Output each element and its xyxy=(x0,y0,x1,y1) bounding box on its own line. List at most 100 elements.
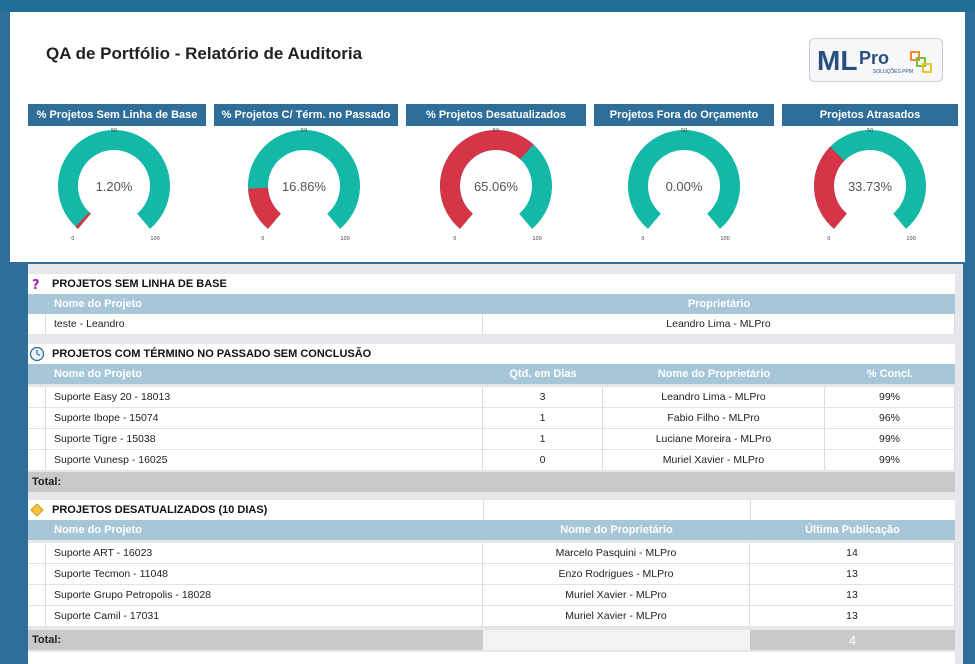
table-cell: 14 xyxy=(750,543,955,563)
section-baseline-title: PROJETOS SEM LINHA DE BASE xyxy=(52,278,227,290)
table-row: teste - Leandro Leandro Lima - MLPro xyxy=(28,314,955,335)
page-title: QA de Portfólio - Relatório de Auditoria xyxy=(46,44,363,63)
section-outdated-title-row: PROJETOS DESATUALIZADOS (10 DIAS) xyxy=(28,500,955,520)
gauge-value-arc xyxy=(248,187,282,229)
gauge-value-label: 16.86% xyxy=(282,179,327,194)
table-cell: Fabio Filho - MLPro xyxy=(603,408,825,428)
col-days: Qtd. em Dias xyxy=(509,368,577,380)
gauge-tick-max: 100 xyxy=(150,236,160,242)
gauge-tick-min: 0 xyxy=(71,236,74,242)
gauge-tick-max: 100 xyxy=(720,236,730,242)
gauge-tick-min: 0 xyxy=(261,236,264,242)
gauge-baseline: 1.20% 50 0 100 xyxy=(58,128,170,242)
svg-text:ML: ML xyxy=(817,45,857,76)
gauge-value-label: 33.73% xyxy=(848,179,893,194)
table-cell: Suporte Easy 20 - 18013 xyxy=(46,387,483,407)
table-row: Suporte Ibope - 15074 1 Fabio Filho - MLPr… xyxy=(28,408,955,429)
col-project-name: Nome do Projeto xyxy=(54,368,143,380)
svg-text:Pro: Pro xyxy=(859,48,889,68)
table-cell: 1 xyxy=(483,429,603,449)
gauge-tick-max: 100 xyxy=(532,236,542,242)
table-cell: 99% xyxy=(825,387,955,407)
table-cell: Suporte Camil - 17031 xyxy=(46,606,483,626)
gauge-tick-min: 0 xyxy=(641,236,644,242)
table-cell: Suporte ART - 16023 xyxy=(46,543,483,563)
table-cell: Suporte Tecmon - 11048 xyxy=(46,564,483,584)
table-cell: 13 xyxy=(750,585,955,605)
gauge-tick-mid: 50 xyxy=(493,128,499,134)
card-title-outdated: % Projetos Desatualizados xyxy=(406,104,586,126)
table-cell: 96% xyxy=(825,408,955,428)
gauge-past-end: 16.86% 50 0 100 xyxy=(248,128,360,242)
table-cell: 3 xyxy=(483,387,603,407)
gauge-tick-mid: 50 xyxy=(867,128,873,134)
cell-owner: Leandro Lima - MLPro xyxy=(483,314,955,334)
mlpro-logo-graphic: ML Pro SOLUÇÕES PPM xyxy=(817,45,932,76)
table-row: Suporte Tigre - 15038 1 Luciane Moreira - … xyxy=(28,429,955,450)
table-cell: 13 xyxy=(750,564,955,584)
gauge-tick-mid: 50 xyxy=(681,128,687,134)
table-cell: 0 xyxy=(483,450,603,470)
card-title-past-end: % Projetos C/ Térm. no Passado xyxy=(214,104,398,126)
past-total-row: Total: xyxy=(28,472,955,492)
outdated-total-label: Total: xyxy=(32,634,62,646)
table-cell: Enzo Rodrigues - MLPro xyxy=(483,564,750,584)
card-title-baseline: % Projetos Sem Linha de Base xyxy=(28,104,206,126)
outdated-table-header: Nome do Projeto Nome do Proprietário Últ… xyxy=(28,520,955,540)
gauge-delayed: 33.73% 50 0 100 xyxy=(814,128,926,242)
past-total-label: Total: xyxy=(32,476,62,488)
clock-icon xyxy=(28,346,46,362)
cell-project-name: teste - Leandro xyxy=(46,314,483,334)
gauge-value-label: 65.06% xyxy=(474,179,519,194)
gauge-tick-mid: 50 xyxy=(301,128,307,134)
gauge-tick-max: 100 xyxy=(906,236,916,242)
table-cell: 99% xyxy=(825,450,955,470)
table-row: Suporte Easy 20 - 18013 3 Leandro Lima - M… xyxy=(28,387,955,408)
table-cell: 13 xyxy=(750,606,955,626)
table-cell: Muriel Xavier - MLPro xyxy=(483,606,750,626)
table-cell: Suporte Tigre - 15038 xyxy=(46,429,483,449)
table-cell: Muriel Xavier - MLPro xyxy=(603,450,825,470)
card-title-delayed: Projetos Atrasados xyxy=(782,104,958,126)
diamond-icon xyxy=(28,502,46,518)
gauge-value-label: 0.00% xyxy=(666,179,703,194)
question-icon: ? xyxy=(28,276,46,292)
gauge-value-arc xyxy=(75,212,91,229)
section-past-title: PROJETOS COM TÉRMINO NO PASSADO SEM CONC… xyxy=(52,348,372,360)
gauge-tick-mid: 50 xyxy=(111,128,117,134)
table-cell: Luciane Moreira - MLPro xyxy=(603,429,825,449)
col-percent-complete: % Concl. xyxy=(866,368,914,380)
table-cell: Suporte Ibope - 15074 xyxy=(46,408,483,428)
outdated-total-value: 4 xyxy=(750,630,955,650)
svg-text:?: ? xyxy=(32,278,40,291)
section-baseline-title-row: ? PROJETOS SEM LINHA DE BASE xyxy=(28,274,955,294)
gauge-outdated: 65.06% 50 0 100 xyxy=(440,128,552,242)
table-row: Suporte Camil - 17031 Muriel Xavier - MLP… xyxy=(28,606,955,627)
gauge-tick-min: 0 xyxy=(453,236,456,242)
gauge-tick-max: 100 xyxy=(340,236,350,242)
table-row: Suporte Grupo Petropolis - 18028 Muriel X… xyxy=(28,585,955,606)
table-cell: 1 xyxy=(483,408,603,428)
col-owner-name: Nome do Proprietário xyxy=(657,368,771,380)
svg-text:SOLUÇÕES PPM: SOLUÇÕES PPM xyxy=(873,68,913,75)
table-row: Suporte ART - 16023 Marcelo Pasquini - ML… xyxy=(28,543,955,564)
mlpro-logo: ML Pro SOLUÇÕES PPM xyxy=(809,38,943,82)
table-row: Suporte Tecmon - 11048 Enzo Rodrigues - M… xyxy=(28,564,955,585)
card-title-over-budget: Projetos Fora do Orçamento xyxy=(594,104,774,126)
next-section-peek xyxy=(28,652,955,664)
gauge-value-arc xyxy=(814,146,848,229)
section-past-title-row: PROJETOS COM TÉRMINO NO PASSADO SEM CONC… xyxy=(28,344,955,364)
gauge-tick-min: 0 xyxy=(827,236,830,242)
col-last-publication: Última Publicação xyxy=(805,524,900,536)
table-cell: Suporte Grupo Petropolis - 18028 xyxy=(46,585,483,605)
table-cell: Suporte Vunesp - 16025 xyxy=(46,450,483,470)
gauge-over-budget: 0.00% 50 0 100 xyxy=(628,128,740,242)
outdated-total-row: Total: 4 xyxy=(28,630,955,650)
table-cell: Leandro Lima - MLPro xyxy=(603,387,825,407)
baseline-table-header: Nome do Projeto Proprietário xyxy=(28,294,955,314)
top-band xyxy=(0,0,975,12)
col-owner-name: Nome do Proprietário xyxy=(560,524,673,536)
gauge-value-label: 1.20% xyxy=(96,179,133,194)
section-outdated-title: PROJETOS DESATUALIZADOS (10 DIAS) xyxy=(52,504,268,516)
col-owner: Proprietário xyxy=(687,298,751,310)
